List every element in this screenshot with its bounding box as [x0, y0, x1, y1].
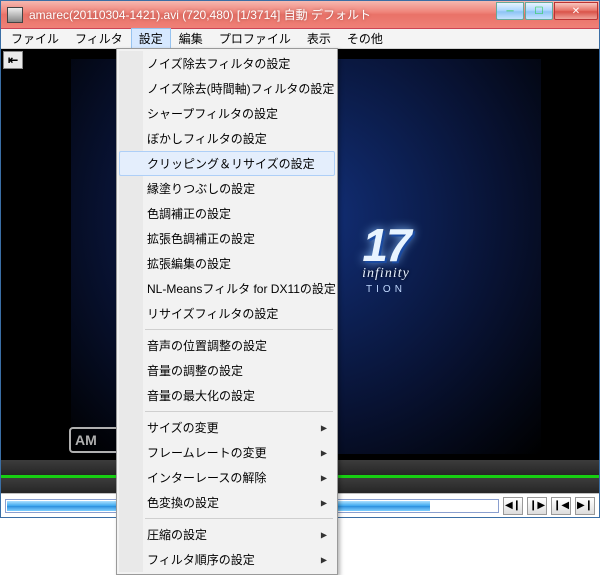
step-back-button[interactable]: ◀❙ — [503, 497, 523, 515]
dropdown-item[interactable]: ぼかしフィルタの設定 — [119, 126, 335, 151]
maximize-button[interactable]: ☐ — [525, 2, 553, 20]
dropdown-item[interactable]: 音量の調整の設定 — [119, 358, 335, 383]
menu-item[interactable]: プロファイル — [211, 28, 299, 49]
dropdown-separator — [145, 411, 333, 412]
app-icon — [7, 7, 23, 23]
dropdown-item[interactable]: クリッピング＆リサイズの設定 — [119, 151, 335, 176]
dropdown-item[interactable]: 拡張色調補正の設定 — [119, 226, 335, 251]
window-title: amarec(20110304-1421).avi (720,480) [1/3… — [29, 6, 496, 23]
menu-bar: ファイルフィルタ設定編集プロファイル表示その他 — [1, 29, 599, 49]
dropdown-item[interactable]: 音量の最大化の設定 — [119, 383, 335, 408]
dropdown-item[interactable]: NL-Meansフィルタ for DX11の設定 — [119, 276, 335, 301]
dropdown-item[interactable]: インターレースの解除 — [119, 465, 335, 490]
video-content: 17 infinity TION — [362, 218, 410, 295]
video-logo-tag: infinity — [362, 266, 410, 282]
menu-item[interactable]: 編集 — [171, 28, 211, 49]
menu-item[interactable]: ファイル — [3, 28, 67, 49]
dropdown-separator — [145, 518, 333, 519]
dropdown-item[interactable]: 色調補正の設定 — [119, 201, 335, 226]
dropdown-item[interactable]: シャープフィルタの設定 — [119, 101, 335, 126]
dropdown-item[interactable]: 縁塗りつぶしの設定 — [119, 176, 335, 201]
dropdown-item[interactable]: 音声の位置調整の設定 — [119, 333, 335, 358]
go-end-button[interactable]: ▶❙ — [575, 497, 595, 515]
dropdown-item[interactable]: 拡張編集の設定 — [119, 251, 335, 276]
title-bar[interactable]: amarec(20110304-1421).avi (720,480) [1/3… — [1, 1, 599, 29]
menu-item[interactable]: フィルタ — [67, 28, 131, 49]
dropdown-item[interactable]: 圧縮の設定 — [119, 522, 335, 547]
watermark-text: AM — [75, 432, 97, 448]
settings-dropdown: ノイズ除去フィルタの設定ノイズ除去(時間軸)フィルタの設定シャープフィルタの設定… — [116, 48, 338, 575]
dropdown-item[interactable]: 色変換の設定 — [119, 490, 335, 515]
dropdown-item[interactable]: ノイズ除去フィルタの設定 — [119, 51, 335, 76]
back-icon: ⇤ — [8, 53, 18, 67]
dropdown-item[interactable]: リサイズフィルタの設定 — [119, 301, 335, 326]
dropdown-separator — [145, 329, 333, 330]
go-start-button[interactable]: ❙◀ — [551, 497, 571, 515]
menu-item[interactable]: 設定 — [131, 28, 171, 49]
minimize-button[interactable]: ─ — [496, 2, 524, 20]
menu-item[interactable]: その他 — [339, 28, 391, 49]
dropdown-item[interactable]: ノイズ除去(時間軸)フィルタの設定 — [119, 76, 335, 101]
menu-item[interactable]: 表示 — [299, 28, 339, 49]
step-forward-button[interactable]: ❙▶ — [527, 497, 547, 515]
dropdown-item[interactable]: サイズの変更 — [119, 415, 335, 440]
close-button[interactable]: ✕ — [554, 2, 598, 20]
video-logo-main: 17 — [362, 218, 410, 272]
dropdown-item[interactable]: フレームレートの変更 — [119, 440, 335, 465]
dropdown-item[interactable]: フィルタ順序の設定 — [119, 547, 335, 572]
back-button[interactable]: ⇤ — [3, 51, 23, 69]
video-logo-sub: TION — [362, 284, 410, 295]
window-buttons: ─ ☐ ✕ — [496, 1, 599, 28]
